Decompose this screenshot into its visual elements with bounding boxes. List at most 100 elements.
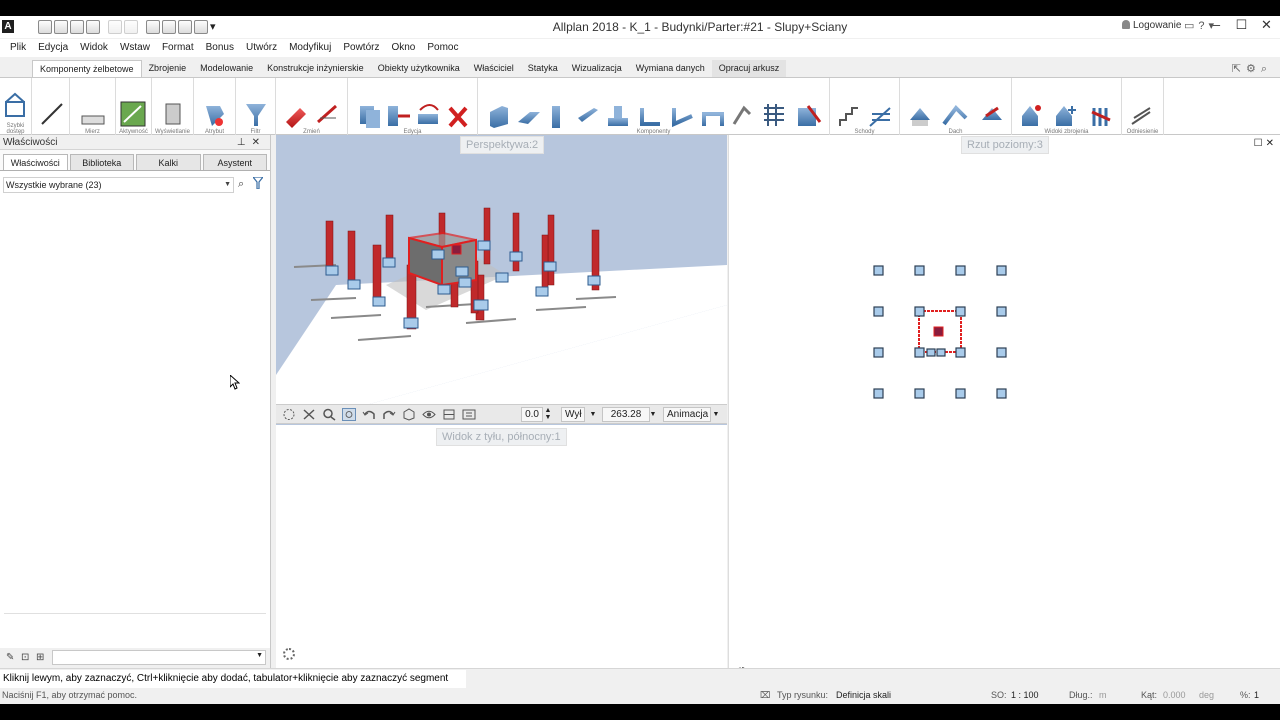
chevron-down-icon[interactable]: ▼ bbox=[711, 407, 721, 422]
section-icon[interactable] bbox=[442, 408, 456, 421]
drawing-type-value[interactable]: Definicja skali bbox=[836, 690, 891, 700]
group-filter: Filtr bbox=[236, 78, 276, 135]
tab-properties[interactable]: Właściwości bbox=[3, 154, 68, 170]
group-reinforcement-views: Widoki zbrojenia bbox=[1012, 78, 1122, 135]
zoom-all-icon[interactable] bbox=[302, 408, 316, 421]
share-icon[interactable]: ⇱ bbox=[1232, 63, 1246, 75]
menu-modify[interactable]: Modyfikuj bbox=[283, 39, 337, 57]
title-bar: A ▾ Allplan 2018 - K_1 - Budynki/Parter:… bbox=[0, 16, 1280, 38]
maximize-button[interactable]: ☐ bbox=[1229, 17, 1254, 33]
group-components: Komponenty bbox=[478, 78, 830, 135]
tab-library[interactable]: Biblioteka bbox=[69, 154, 134, 170]
favorites-icon[interactable]: ⊞ bbox=[36, 652, 44, 663]
menu-insert[interactable]: Wstaw bbox=[114, 39, 156, 57]
palette-title: Właściwości bbox=[3, 137, 58, 148]
tab-layers[interactable]: Kalki bbox=[136, 154, 201, 170]
properties-palette: Właściwości ⊥✕ Właściwości Biblioteka Ka… bbox=[0, 135, 271, 668]
angle-spinner[interactable]: ▲ ▼ bbox=[543, 407, 553, 422]
navigation-mode-icon[interactable] bbox=[282, 408, 296, 421]
group-edit: Edycja bbox=[348, 78, 478, 135]
menu-window[interactable]: Okno bbox=[385, 39, 421, 57]
navigation-wheel-icon[interactable] bbox=[283, 648, 295, 660]
chevron-down-icon[interactable]: ▼ bbox=[588, 407, 598, 422]
scale-value[interactable]: 1 : 100 bbox=[1011, 690, 1039, 700]
angle-value[interactable]: 0.000 bbox=[1163, 690, 1186, 700]
window-title: Allplan 2018 - K_1 - Budynki/Parter:#21 … bbox=[552, 20, 848, 34]
plan-viewport[interactable]: Rzut poziomy:3 ☐✕ bbox=[728, 135, 1280, 679]
cart-icon[interactable]: ▭ bbox=[1184, 20, 1198, 32]
drawing-type-icon: ⌧ bbox=[760, 690, 771, 700]
group-display: Wyświetlanie bbox=[152, 78, 194, 135]
angle-field[interactable]: 0.0 bbox=[521, 407, 543, 422]
ribbon-tabs: Komponenty żelbetowe Zbrojenie Modelowan… bbox=[0, 60, 1280, 78]
search-icon[interactable]: ⌕ bbox=[238, 178, 244, 191]
group-measure: Mierz bbox=[70, 78, 116, 135]
group-change: Zmień bbox=[276, 78, 348, 135]
login-link[interactable]: Logowanie bbox=[1122, 20, 1181, 31]
mode-field[interactable]: Wył bbox=[561, 407, 585, 422]
tab-owner[interactable]: Właściciel bbox=[467, 60, 521, 78]
tab-user-objects[interactable]: Obiekty użytkownika bbox=[371, 60, 467, 78]
plan-drawing bbox=[873, 265, 1007, 399]
length-value[interactable]: m bbox=[1099, 690, 1107, 700]
close-icon[interactable]: ✕ bbox=[252, 137, 266, 148]
gear-icon[interactable]: ⚙ bbox=[1246, 63, 1261, 75]
drawing-type-label: Typ rysunku: bbox=[777, 690, 829, 700]
palette-header: Właściwości ⊥✕ bbox=[0, 135, 270, 150]
tab-statics[interactable]: Statyka bbox=[521, 60, 565, 78]
tab-engineering[interactable]: Konstrukcje inżynierskie bbox=[260, 60, 371, 78]
close-button[interactable]: ✕ bbox=[1254, 17, 1279, 33]
chevron-down-icon: ▼ bbox=[224, 181, 231, 188]
tab-data-exchange[interactable]: Wymiana danych bbox=[629, 60, 712, 78]
bookmark-icon[interactable]: ⌕ bbox=[1261, 63, 1272, 75]
pencil-icon[interactable]: ✎ bbox=[6, 652, 14, 663]
eye-icon[interactable] bbox=[422, 408, 436, 421]
zoom-icon[interactable] bbox=[322, 408, 336, 421]
menu-format[interactable]: Format bbox=[156, 39, 200, 57]
angle-label: Kąt: bbox=[1141, 690, 1158, 700]
group-label: Szybki dostęp bbox=[6, 123, 25, 135]
perspective-viewport[interactable]: Perspektywa:2 bbox=[276, 135, 727, 425]
redo-view-icon[interactable] bbox=[382, 408, 396, 421]
percent-value[interactable]: 1 bbox=[1254, 690, 1259, 700]
command-prompt: Kliknij lewym, aby zaznaczyć, Ctrl+klikn… bbox=[0, 670, 466, 688]
info-bar: Naciśnij F1, aby otrzymać pomoc. ⌧ Typ r… bbox=[0, 688, 1280, 704]
help-text: Naciśnij F1, aby otrzymać pomoc. bbox=[2, 690, 138, 700]
palette-footer: ✎ ⊡ ⊞ ▼ bbox=[0, 648, 270, 668]
back-viewport[interactable]: Widok z tyłu, północny:1 bbox=[276, 425, 727, 668]
favorites-field[interactable]: ▼ bbox=[52, 650, 266, 665]
scale-label: SO: bbox=[991, 690, 1007, 700]
menu-create[interactable]: Utwórz bbox=[240, 39, 283, 57]
tab-modeling[interactable]: Modelowanie bbox=[193, 60, 260, 78]
display-settings-icon[interactable] bbox=[462, 408, 476, 421]
animation-button[interactable]: Animacja bbox=[663, 407, 711, 422]
tab-layout[interactable]: Opracuj arkusz bbox=[711, 60, 787, 78]
selection-dropdown[interactable]: Wszystkie wybrane (23) ▼ bbox=[3, 177, 234, 193]
tab-assistant[interactable]: Asystent bbox=[202, 154, 267, 170]
pin-icon[interactable]: ⊥ bbox=[237, 137, 252, 148]
undo-view-icon[interactable] bbox=[362, 408, 376, 421]
menu-edit[interactable]: Edycja bbox=[32, 39, 74, 57]
chevron-down-icon[interactable]: ▼ bbox=[648, 407, 658, 422]
tab-reinforcement[interactable]: Zbrojenie bbox=[142, 60, 194, 78]
palette-tabs: Właściwości Biblioteka Kalki Asystent bbox=[0, 150, 270, 171]
user-icon bbox=[1122, 20, 1130, 29]
ribbon-right-icons: ⇱⚙⌕ bbox=[1232, 62, 1272, 76]
view-cube-icon[interactable] bbox=[402, 408, 416, 421]
menu-bonus[interactable]: Bonus bbox=[200, 39, 240, 57]
menu-view[interactable]: Widok bbox=[74, 39, 114, 57]
tab-visualization[interactable]: Wizualizacja bbox=[565, 60, 629, 78]
tab-reinforced-components[interactable]: Komponenty żelbetowe bbox=[32, 60, 142, 78]
minimize-button[interactable]: – bbox=[1204, 17, 1229, 33]
menu-file[interactable]: Plik bbox=[4, 39, 32, 57]
menu-repeat[interactable]: Powtórz bbox=[337, 39, 385, 57]
menu-help[interactable]: Pomoc bbox=[421, 39, 464, 57]
angle-unit: deg bbox=[1199, 690, 1215, 700]
zoom-window-icon[interactable] bbox=[342, 408, 356, 421]
group-activity: Aktywność bbox=[116, 78, 152, 135]
viewport-navbar: 0.0 ▲ ▼ Wył ▼ 263.28 ▼ Animacja ▼ bbox=[276, 404, 727, 424]
filter-icon[interactable] bbox=[253, 177, 263, 189]
divider bbox=[4, 613, 266, 614]
zoom-field[interactable]: 263.28 bbox=[602, 407, 650, 422]
folder-icon[interactable]: ⊡ bbox=[21, 652, 29, 663]
